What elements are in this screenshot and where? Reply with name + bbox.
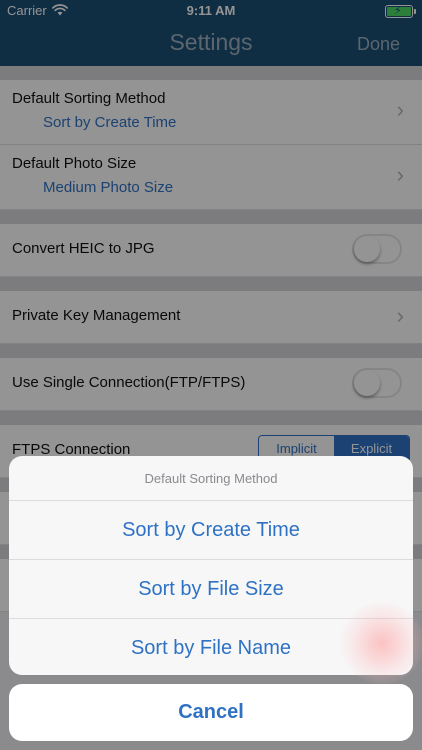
option-sort-by-create-time[interactable]: Sort by Create Time xyxy=(9,501,413,560)
option-sort-by-file-size[interactable]: Sort by File Size xyxy=(9,560,413,619)
cancel-button[interactable]: Cancel xyxy=(9,684,413,741)
touch-indicator xyxy=(340,602,422,684)
action-sheet-title: Default Sorting Method xyxy=(9,456,413,501)
